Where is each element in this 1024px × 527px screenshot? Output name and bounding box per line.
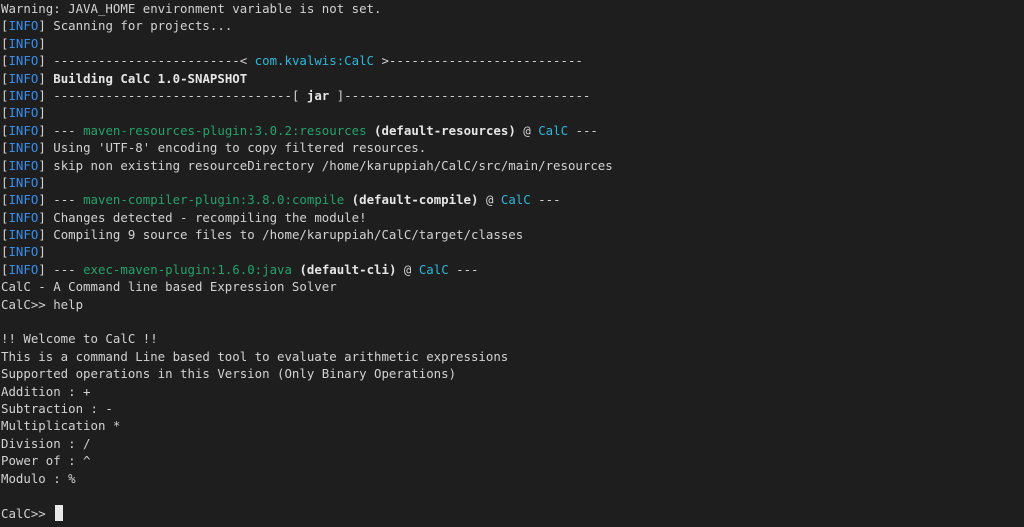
artifact-id: com.kvalwis:CalC xyxy=(254,53,375,69)
output-line: [INFO] Building CalC 1.0-SNAPSHOT xyxy=(1,70,248,86)
log-level: INFO xyxy=(8,157,39,173)
output-line: [INFO] Compiling 9 source files to /home… xyxy=(1,227,524,243)
plugin-goal: maven-resources-plugin:3.0.2:resources xyxy=(83,122,367,138)
separator-text: --------------------------------[ xyxy=(45,87,307,103)
separator-text: >-------------------------- xyxy=(374,53,583,69)
project-name: CalC xyxy=(538,122,569,138)
log-text: Changes detected - recompiling the modul… xyxy=(45,209,367,225)
output-line: [INFO] xyxy=(1,35,46,51)
output-line: [INFO] Changes detected - recompiling th… xyxy=(1,209,367,225)
plugin-goal: maven-compiler-plugin:3.8.0:compile xyxy=(83,192,345,208)
output-line: Warning: JAVA_HOME environment variable … xyxy=(1,0,1024,17)
output-line: Supported operations in this Version (On… xyxy=(1,365,1024,382)
operation-line: Addition : + xyxy=(1,383,91,399)
log-level: INFO xyxy=(8,18,39,34)
text-cursor[interactable] xyxy=(55,505,64,521)
log-text: skip non existing resourceDirectory /hom… xyxy=(45,157,613,173)
output-line: [INFO] -------------------------< com.kv… xyxy=(1,53,583,69)
log-level: INFO xyxy=(8,244,39,260)
separator-text: -------------------------< xyxy=(45,53,255,69)
output-line: [INFO] xyxy=(1,174,46,190)
warning-text: Warning: JAVA_HOME environment variable … xyxy=(1,1,382,16)
log-level: INFO xyxy=(8,174,39,190)
supported-text: Supported operations in this Version (On… xyxy=(1,366,457,382)
output-line: [INFO] xyxy=(1,105,46,121)
terminal-window[interactable]: Warning: JAVA_HOME environment variable … xyxy=(0,0,1024,527)
log-level: INFO xyxy=(8,209,39,225)
input-prompt[interactable]: CalC>> xyxy=(1,505,64,522)
log-text: Using 'UTF-8' encoding to copy filtered … xyxy=(45,140,427,156)
description-text: This is a command Line based tool to eva… xyxy=(1,348,509,364)
output-line: [INFO] skip non existing resourceDirecto… xyxy=(1,157,613,173)
execution-id: (default-cli) xyxy=(299,261,397,277)
separator-text: ]--------------------------------- xyxy=(329,87,591,103)
output-line: !! Welcome to CalC !! xyxy=(1,330,1024,347)
prompt-label: CalC>> xyxy=(1,506,54,521)
building-text: Building CalC 1.0-SNAPSHOT xyxy=(53,70,248,86)
app-banner: CalC - A Command line based Expression S… xyxy=(1,279,337,295)
output-line: CalC>> help xyxy=(1,296,1024,313)
output-line: [INFO] --------------------------------[… xyxy=(1,87,591,103)
log-level: INFO xyxy=(8,53,39,69)
log-level: INFO xyxy=(8,192,39,208)
operation-line: Modulo : % xyxy=(1,470,76,486)
output-line: This is a command Line based tool to eva… xyxy=(1,348,1024,365)
execution-id: (default-compile) xyxy=(351,192,479,208)
output-line: [INFO] --- maven-compiler-plugin:3.8.0:c… xyxy=(1,192,561,208)
project-name: CalC xyxy=(500,192,531,208)
welcome-text: !! Welcome to CalC !! xyxy=(1,331,158,347)
operation-line: Multiplication * xyxy=(1,418,121,434)
log-level: INFO xyxy=(8,35,39,51)
log-level: INFO xyxy=(8,122,39,138)
log-level: INFO xyxy=(8,227,39,243)
prompt-command: CalC>> help xyxy=(1,296,84,312)
log-text: Compiling 9 source files to /home/karupp… xyxy=(45,227,524,243)
log-level: INFO xyxy=(8,87,39,103)
plugin-goal: exec-maven-plugin:1.6.0:java xyxy=(83,261,292,277)
operation-line: Division : / xyxy=(1,435,91,451)
output-line: [INFO] Scanning for projects... xyxy=(1,18,233,34)
operation-line: Power of : ^ xyxy=(1,453,91,469)
log-level: INFO xyxy=(8,105,39,121)
packaging-text: jar xyxy=(306,87,330,103)
output-line: [INFO] --- exec-maven-plugin:1.6.0:java … xyxy=(1,261,479,277)
operation-line: Subtraction : - xyxy=(1,400,113,416)
log-level: INFO xyxy=(8,140,39,156)
log-level: INFO xyxy=(8,261,39,277)
output-line: CalC - A Command line based Expression S… xyxy=(1,278,1024,295)
output-line: [INFO] xyxy=(1,244,46,260)
output-line: [INFO] Using 'UTF-8' encoding to copy fi… xyxy=(1,140,427,156)
log-level: INFO xyxy=(8,70,39,86)
project-name: CalC xyxy=(418,261,449,277)
execution-id: (default-resources) xyxy=(374,122,516,138)
output-line: [INFO] --- maven-resources-plugin:3.0.2:… xyxy=(1,122,598,138)
log-text: Scanning for projects... xyxy=(45,18,233,34)
